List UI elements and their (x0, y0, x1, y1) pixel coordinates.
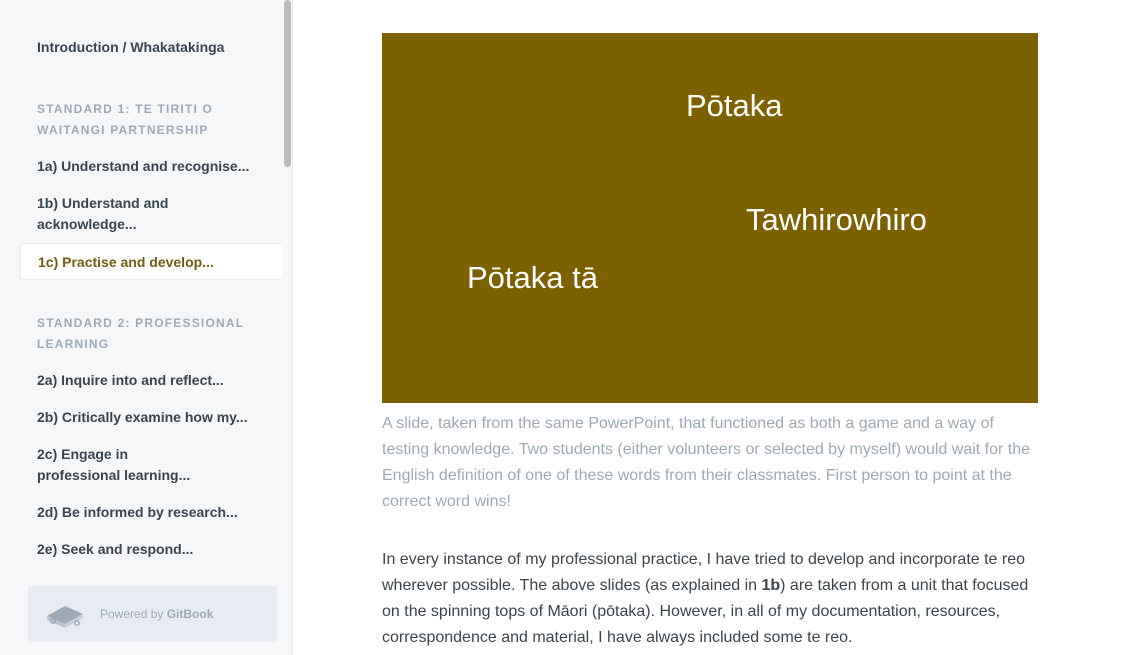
sidebar-scrollbar-thumb[interactable] (284, 0, 291, 167)
powered-by-gitbook-link[interactable]: Powered by GitBook (28, 586, 277, 642)
slide-word-tawhirowhiro: Tawhirowhiro (746, 202, 927, 237)
sidebar-item-2b[interactable]: 2b) Critically examine how my... (20, 407, 282, 428)
gitbook-logo-icon (47, 606, 83, 628)
slide-word-potaka: Pōtaka (686, 88, 783, 123)
sidebar-item-2e[interactable]: 2e) Seek and respond... (20, 539, 282, 560)
sidebar-item-2d[interactable]: 2d) Be informed by research... (20, 502, 282, 523)
sidebar: Introduction / Whakatakinga STANDARD 1: … (0, 0, 293, 655)
sidebar-item-2a[interactable]: 2a) Inquire into and reflect... (20, 370, 282, 391)
body-paragraph: In every instance of my professional pra… (382, 547, 1042, 651)
main-content: Pōtaka Tawhirowhiro Pōtaka tā A slide, t… (294, 0, 1135, 655)
sidebar-section-standard-2: STANDARD 2: PROFESSIONAL LEARNING (37, 316, 245, 351)
sidebar-section-standard-1: STANDARD 1: TE TIRITI O WAITANGI PARTNER… (37, 102, 214, 137)
image-caption: A slide, taken from the same PowerPoint,… (382, 415, 1031, 510)
app-window: Introduction / Whakatakinga STANDARD 1: … (0, 0, 1135, 655)
sidebar-item-1c[interactable]: 1c) Practise and develop... (20, 243, 282, 280)
sidebar-item-introduction[interactable]: Introduction / Whakatakinga (20, 37, 282, 58)
sidebar-item-1b[interactable]: 1b) Understand and acknowledge... (20, 193, 200, 235)
sidebar-item-2c[interactable]: 2c) Engage in professional learning... (20, 444, 220, 486)
slide-word-potaka-ta: Pōtaka tā (467, 260, 598, 295)
sidebar-item-1a[interactable]: 1a) Understand and recognise... (20, 156, 282, 177)
powered-by-text: Powered by GitBook (100, 606, 213, 622)
powered-by-brand: GitBook (166, 607, 214, 621)
paragraph-bold-reference: 1b (761, 577, 781, 594)
slide-image: Pōtaka Tawhirowhiro Pōtaka tā (382, 33, 1038, 403)
powered-by-prefix: Powered by (100, 607, 167, 621)
